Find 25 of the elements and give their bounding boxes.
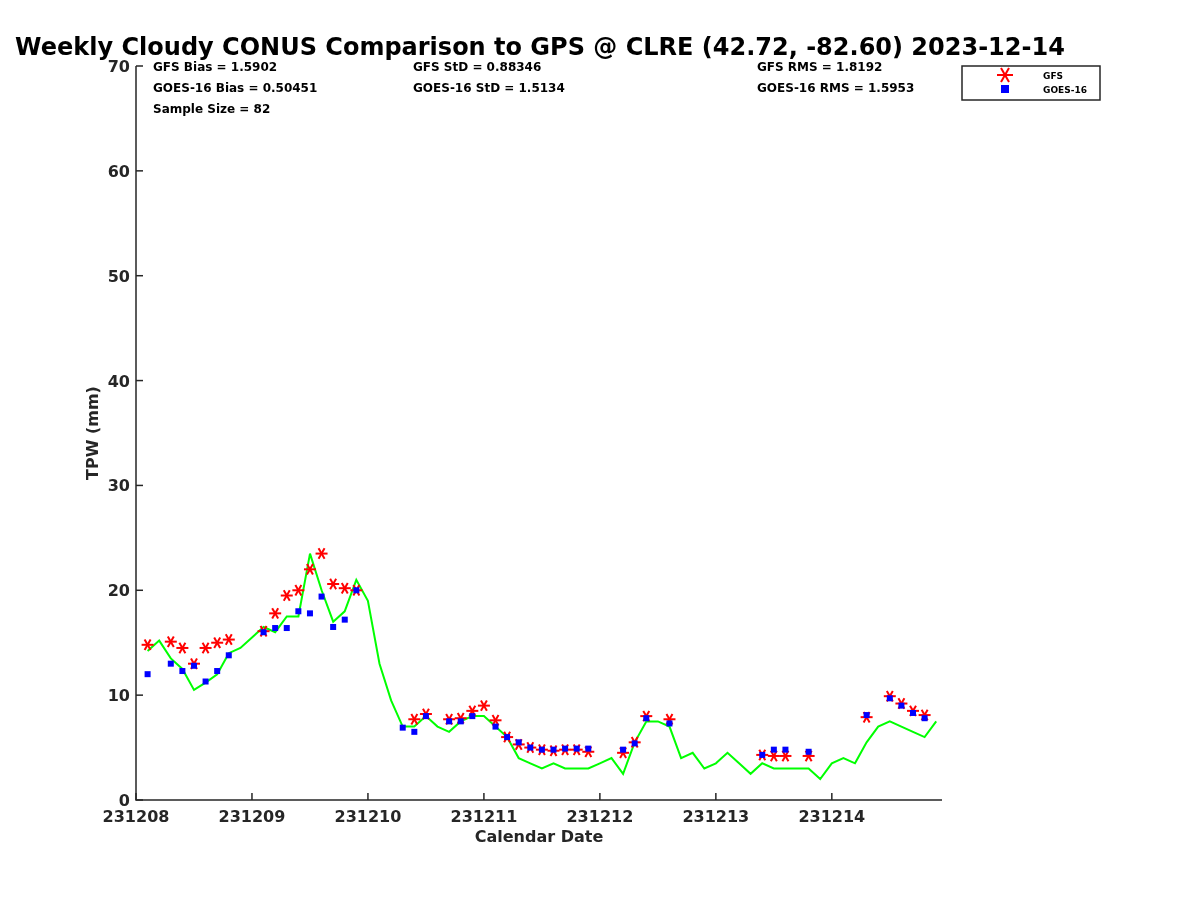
- statistic-text: GOES-16 RMS = 1.5953: [757, 81, 915, 95]
- y-tick-label: 60: [107, 161, 130, 181]
- x-tick-label: 231213: [682, 807, 750, 826]
- statistic-text: GOES-16 StD = 1.5134: [413, 81, 565, 95]
- x-tick-label: 231209: [218, 807, 286, 826]
- statistic-text: Sample Size = 82: [153, 102, 271, 116]
- statistic-text: GOES-16 Bias = 0.50451: [153, 81, 318, 95]
- x-tick-label: 231211: [450, 807, 518, 826]
- y-axis-label: TPW (mm): [83, 386, 102, 480]
- statistic-text: GFS RMS = 1.8192: [757, 60, 883, 74]
- y-tick-label: 20: [107, 581, 130, 601]
- y-tick-label: 30: [107, 476, 130, 496]
- x-axis-label: Calendar Date: [474, 827, 604, 846]
- y-tick-label: 10: [107, 686, 130, 706]
- legend-label: GOES-16: [1043, 85, 1087, 95]
- y-tick-label: 50: [107, 266, 130, 286]
- statistic-text: GFS StD = 0.88346: [413, 60, 542, 74]
- x-tick-label: 231212: [566, 807, 634, 826]
- statistic-text: GFS Bias = 1.5902: [153, 60, 278, 74]
- y-tick-label: 40: [107, 371, 130, 391]
- legend-label: GFS: [1043, 71, 1064, 81]
- x-tick-label: 231208: [102, 807, 170, 826]
- x-tick-label: 231214: [798, 807, 866, 826]
- x-tick-label: 231210: [334, 807, 402, 826]
- y-tick-label: 0: [118, 791, 130, 810]
